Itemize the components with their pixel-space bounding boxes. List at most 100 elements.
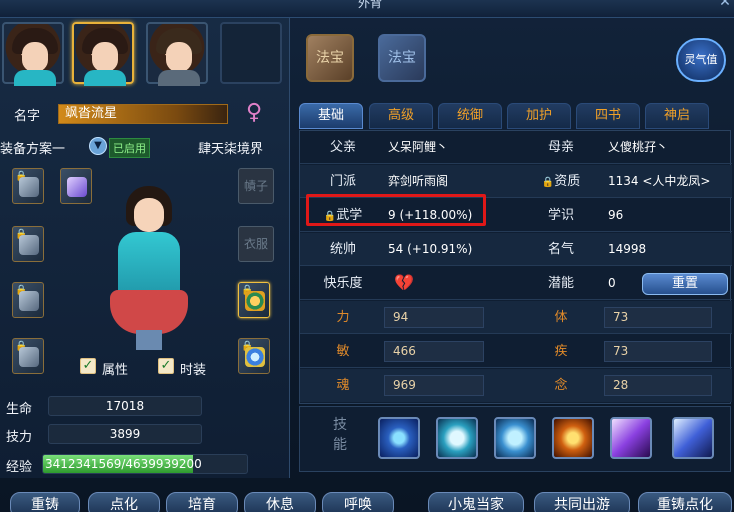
- exp-label: 经验: [6, 460, 33, 475]
- window-title: 外背: [357, 0, 382, 10]
- skill-icon-4[interactable]: [552, 417, 594, 459]
- tab-divine[interactable]: 神启: [645, 103, 709, 129]
- rest-button[interactable]: 休息: [244, 492, 316, 512]
- aptitude-label-wrap: 🔒资质: [518, 165, 604, 199]
- character-portrait-3[interactable]: [146, 22, 208, 86]
- character-portrait-1[interactable]: [2, 22, 64, 86]
- enlighten-button[interactable]: 点化: [88, 492, 160, 512]
- nurture-button[interactable]: 培育: [166, 492, 238, 512]
- father-value: 乂呆阿鲤丶: [388, 140, 449, 154]
- fashion-checkbox[interactable]: ✓: [158, 358, 174, 374]
- skills-label: 技能: [333, 417, 347, 453]
- exp-bar: 3412341569/4639939200: [42, 454, 248, 474]
- recast-button[interactable]: 重铸: [10, 492, 80, 512]
- tab-bar: 基础 高级 统御 加护 四书 神启: [299, 103, 729, 129]
- knowledge-label: 学识: [547, 208, 574, 223]
- constitution-label: 体: [554, 310, 568, 325]
- soul-label: 魂: [336, 378, 350, 393]
- character-model[interactable]: [100, 180, 196, 350]
- table-row: 统帅 54 (+10.91%) 名气 14998: [300, 233, 732, 266]
- outing-button[interactable]: 共同出游: [534, 492, 630, 512]
- equip-slot-armor[interactable]: 🔒: [12, 226, 44, 262]
- aptitude-value: 1134 <人中龙凤>: [608, 174, 711, 188]
- tab-advanced[interactable]: 高级: [369, 103, 433, 129]
- skill-icon-3[interactable]: [494, 417, 536, 459]
- exp-value: 3412341569/4639939200: [45, 457, 202, 471]
- command-label: 统帅: [329, 242, 356, 257]
- aptitude-label: 资质: [554, 174, 581, 189]
- basic-attributes-table: 父亲 乂呆阿鲤丶 母亲 乂傻桃孖丶 门派 弈剑听雨阁 🔒资质 1134 <人中龙…: [299, 130, 732, 404]
- tab-command[interactable]: 统御: [438, 103, 502, 129]
- enabled-badge: 已启用: [109, 138, 150, 158]
- fabao-slot-1[interactable]: 法宝: [306, 34, 354, 82]
- hp-value: 17018: [48, 396, 202, 416]
- mind-value: 28: [604, 375, 712, 396]
- mind-label: 念: [554, 378, 568, 393]
- female-icon: ♀: [246, 100, 263, 125]
- tab-protection[interactable]: 加护: [507, 103, 571, 129]
- summon-button[interactable]: 呼唤: [322, 492, 394, 512]
- skill-power-value: 3899: [48, 424, 202, 444]
- realm-label: 肆天柒境界: [198, 142, 264, 157]
- tab-basic[interactable]: 基础: [299, 103, 363, 129]
- knowledge-value: 96: [608, 208, 624, 222]
- name-label: 名字: [14, 109, 41, 124]
- command-value: 54 (+10.91%): [388, 242, 473, 256]
- potential-label: 潜能: [547, 276, 574, 291]
- equip-scheme-label: 装备方案一: [0, 142, 66, 157]
- table-row: 快乐度 💔 潜能 0 重置: [300, 267, 732, 300]
- equip-slot-boots[interactable]: 🔒: [12, 338, 44, 374]
- skill-icon-1[interactable]: [378, 417, 420, 459]
- speed-label: 疾: [554, 344, 568, 359]
- lock-icon: 🔒: [541, 177, 555, 188]
- soul-value: 969: [384, 375, 484, 396]
- tab-four-books[interactable]: 四书: [576, 103, 640, 129]
- recast-enlighten-button[interactable]: 重铸点化: [638, 492, 732, 512]
- table-row: 力 94 体 73: [300, 301, 732, 334]
- character-portrait-2-selected[interactable]: [72, 22, 134, 86]
- spirit-value-button[interactable]: 灵气值: [676, 38, 726, 82]
- attribute-checkbox-label: 属性: [102, 363, 129, 378]
- attribute-checkbox[interactable]: ✓: [80, 358, 96, 374]
- skill-icon-6[interactable]: [672, 417, 714, 459]
- strength-value: 94: [384, 307, 484, 328]
- close-icon[interactable]: ✕: [716, 0, 734, 12]
- title-bar: 外背 ✕: [0, 0, 734, 18]
- chevron-down-icon[interactable]: ▼: [89, 137, 107, 155]
- fabao-slot-2[interactable]: 法宝: [378, 34, 426, 82]
- table-row: 魂 969 念 28: [300, 369, 732, 402]
- mother-value: 乂傻桃孖丶: [608, 140, 669, 154]
- housekeeper-button[interactable]: 小鬼当家: [428, 492, 524, 512]
- skill-icon-5[interactable]: [610, 417, 652, 459]
- fashion-checkbox-label: 时装: [180, 363, 207, 378]
- agility-value: 466: [384, 341, 484, 362]
- hp-label: 生命: [6, 402, 33, 417]
- equip-slot-accessory[interactable]: 🔒: [238, 282, 270, 318]
- character-portrait-empty[interactable]: [220, 22, 282, 84]
- happiness-label: 快乐度: [323, 276, 363, 291]
- constitution-value: 73: [604, 307, 712, 328]
- table-row: 父亲 乂呆阿鲤丶 母亲 乂傻桃孖丶: [300, 131, 732, 164]
- clothes-slot[interactable]: 衣服: [238, 226, 274, 262]
- fame-label: 名气: [547, 242, 574, 257]
- potential-value: 0: [608, 276, 616, 290]
- headwear-slot[interactable]: 幘子: [238, 168, 274, 204]
- equip-slot-wing[interactable]: [60, 168, 92, 204]
- skill-icon-2[interactable]: [436, 417, 478, 459]
- equip-slot-pants[interactable]: 🔒: [12, 282, 44, 318]
- father-label: 父亲: [329, 140, 356, 155]
- pet-window: 外背 ✕ 名字 飒沓流星 ♀ 装备方案一 ▼ 已启用 肆天柒境界 🔒 🔒 🔒 🔒…: [0, 0, 734, 512]
- skill-power-label: 技力: [6, 430, 33, 445]
- speed-value: 73: [604, 341, 712, 362]
- equip-slot-treasure[interactable]: 🔒: [238, 338, 270, 374]
- fame-value: 14998: [608, 242, 647, 256]
- broken-heart-icon: 💔: [394, 273, 414, 292]
- skills-area: 技能: [299, 406, 731, 472]
- highlight-box: [306, 194, 486, 226]
- reset-button[interactable]: 重置: [642, 273, 728, 295]
- equip-slot-weapon[interactable]: 🔒: [12, 168, 44, 204]
- strength-label: 力: [336, 310, 350, 325]
- character-name: 飒沓流星: [58, 104, 228, 124]
- agility-label: 敏: [336, 344, 350, 359]
- mother-label: 母亲: [547, 140, 574, 155]
